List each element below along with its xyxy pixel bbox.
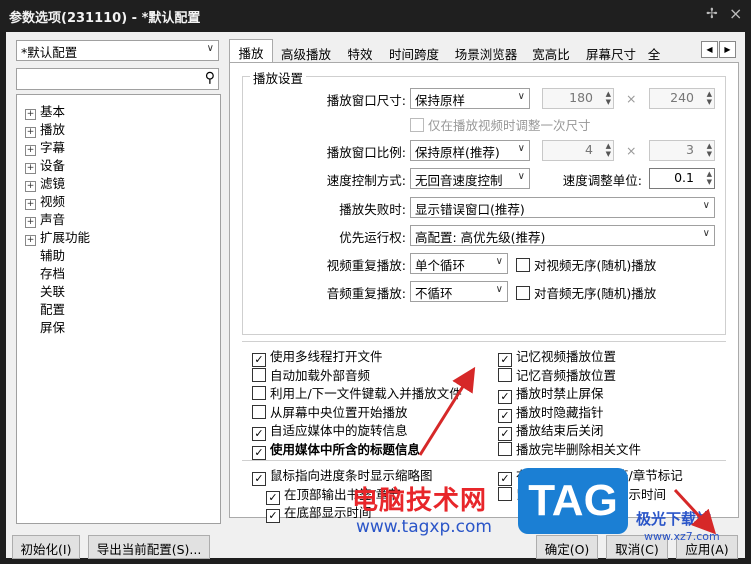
arrow-to-apply-button (673, 488, 717, 535)
annotation-arrows (418, 366, 717, 535)
arrow-to-screensaver-option (418, 366, 476, 456)
